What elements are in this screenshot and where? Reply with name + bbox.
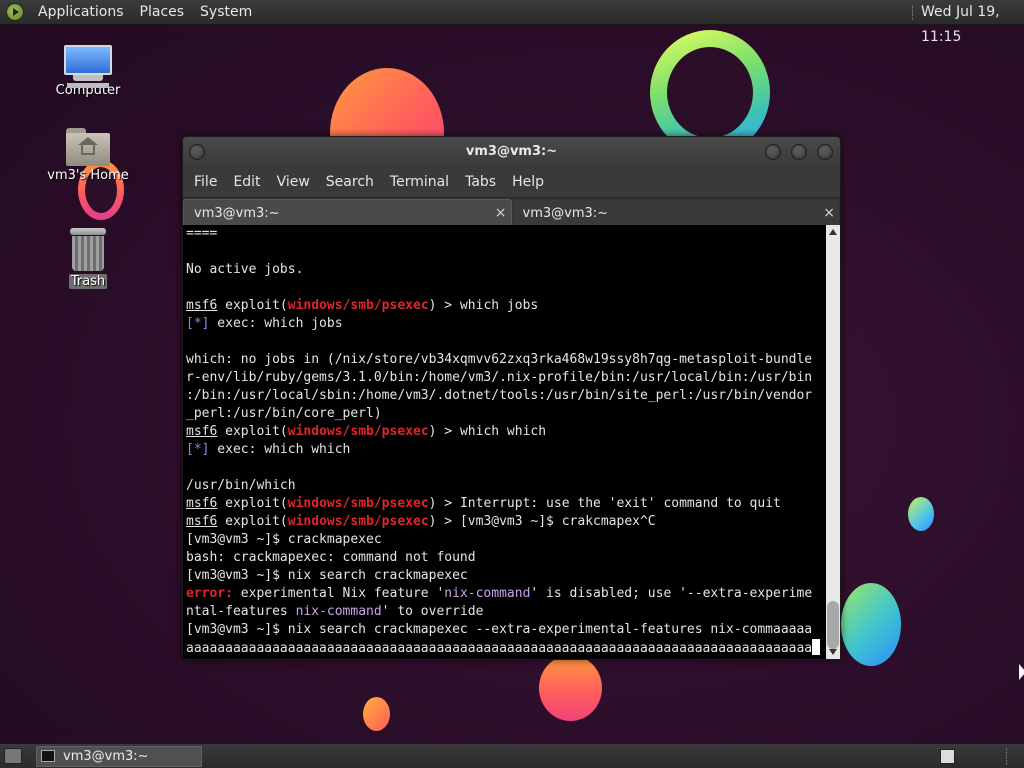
terminal-line: bash: crackmapexec: command not found	[186, 550, 476, 565]
workspace-switcher[interactable]	[940, 749, 955, 764]
tab-2[interactable]: vm3@vm3:~ ×	[511, 199, 840, 226]
terminal-line: No active jobs.	[186, 262, 304, 277]
tab-label: vm3@vm3:~	[522, 206, 609, 221]
scrollbar-thumb[interactable]	[827, 601, 839, 649]
applications-menu[interactable]: Applications	[30, 0, 132, 25]
terminal-line: msf6 exploit(windows/smb/psexec) > which…	[186, 424, 547, 439]
terminal-line: msf6 exploit(windows/smb/psexec) > which…	[186, 298, 539, 313]
terminal-menubar: File Edit View Search Terminal Tabs Help	[183, 167, 840, 197]
desktop-icon-computer[interactable]: Computer	[43, 45, 133, 98]
terminal-line: [*] exec: which jobs	[186, 316, 343, 331]
terminal-output[interactable]: ==== No active jobs. msf6 exploit(windows/…	[183, 225, 840, 659]
menu-help[interactable]: Help	[504, 167, 552, 197]
menu-edit[interactable]: Edit	[225, 167, 268, 197]
desktop-icon-trash[interactable]: Trash	[43, 228, 133, 289]
scrollbar[interactable]	[826, 225, 840, 659]
wallpaper-blue-dot	[908, 497, 934, 531]
terminal-line: [vm3@vm3 ~]$ crackmapexec	[186, 532, 382, 547]
terminal-line: ntal-features nix-command' to override	[186, 604, 484, 619]
window-title: vm3@vm3:~	[465, 144, 558, 159]
wallpaper-pink-oval	[539, 655, 602, 721]
maximize-button[interactable]	[791, 144, 807, 160]
close-button[interactable]	[817, 144, 833, 160]
taskbar-terminal-button[interactable]: vm3@vm3:~	[36, 746, 202, 767]
clock[interactable]: Wed Jul 19, 11:15	[921, 0, 1024, 50]
menu-tabs[interactable]: Tabs	[457, 167, 504, 197]
tab-label: vm3@vm3:~	[194, 206, 280, 221]
terminal-text: ==== No active jobs. msf6 exploit(windows/…	[186, 225, 826, 659]
terminal-line: ====	[186, 226, 218, 241]
terminal-line: :/bin:/usr/local/sbin:/home/vm3/.dotnet/…	[186, 388, 813, 403]
bottom-panel: vm3@vm3:~	[0, 743, 1024, 768]
text-cursor	[812, 639, 821, 655]
desktop-icon-home[interactable]: vm3's Home	[43, 128, 133, 183]
wallpaper-green-oval	[841, 583, 901, 666]
tab-1[interactable]: vm3@vm3:~ ×	[183, 199, 512, 226]
terminal-line: msf6 exploit(windows/smb/psexec) > [vm3@…	[186, 514, 656, 529]
desktop-icon-label: vm3's Home	[47, 168, 129, 183]
system-menu[interactable]: System	[192, 0, 260, 25]
show-desktop-icon[interactable]	[4, 748, 22, 764]
minimize-button[interactable]	[765, 144, 781, 160]
places-menu[interactable]: Places	[132, 0, 193, 25]
terminal-line: [*] exec: which which	[186, 442, 351, 457]
taskbar-label: vm3@vm3:~	[63, 749, 149, 764]
terminal-line: error: experimental Nix feature 'nix-com…	[186, 586, 813, 601]
scroll-down-icon[interactable]	[829, 649, 837, 655]
mate-menu-icon[interactable]	[6, 3, 24, 21]
terminal-line: which: no jobs in (/nix/store/vb34xqmvv6…	[186, 352, 813, 367]
terminal-line: [vm3@vm3 ~]$ nix search crackmapexec --e…	[186, 622, 813, 637]
menu-search[interactable]: Search	[318, 167, 382, 197]
panel-separator	[1006, 748, 1008, 765]
terminal-line: [vm3@vm3 ~]$ nix search crackmapexec	[186, 568, 468, 583]
panel-separator	[912, 5, 915, 20]
computer-icon	[64, 45, 112, 88]
terminal-line: /usr/bin/which	[186, 478, 296, 493]
menu-view[interactable]: View	[269, 167, 318, 197]
terminal-line: r-env/lib/ruby/gems/3.1.0/bin:/home/vm3/…	[186, 370, 813, 385]
mouse-pointer-icon	[1019, 664, 1024, 680]
top-panel: Applications Places System Wed Jul 19, 1…	[0, 0, 1024, 45]
tab-bar: vm3@vm3:~ × vm3@vm3:~ ×	[183, 197, 840, 226]
desktop-icon-label: Trash	[68, 274, 108, 289]
terminal-line: _perl:/usr/bin/core_perl)	[186, 406, 382, 421]
terminal-line: aaaaaaaaaaaaaaaaaaaaaaaaaaaaaaaaaaaaaaaa…	[186, 639, 826, 657]
tab-close-icon[interactable]: ×	[495, 200, 507, 226]
menu-terminal[interactable]: Terminal	[382, 167, 457, 197]
trash-icon	[70, 228, 106, 272]
window-titlebar[interactable]: vm3@vm3:~	[183, 137, 840, 167]
terminal-icon	[41, 750, 55, 762]
scroll-up-icon[interactable]	[829, 229, 837, 235]
wallpaper-small-oval	[363, 697, 390, 731]
terminal-line: msf6 exploit(windows/smb/psexec) > Inter…	[186, 496, 781, 511]
tab-close-icon[interactable]: ×	[823, 200, 835, 226]
terminal-window[interactable]: vm3@vm3:~ File Edit View Search Terminal…	[182, 136, 841, 660]
home-folder-icon	[66, 128, 110, 166]
menu-file[interactable]: File	[186, 167, 225, 197]
